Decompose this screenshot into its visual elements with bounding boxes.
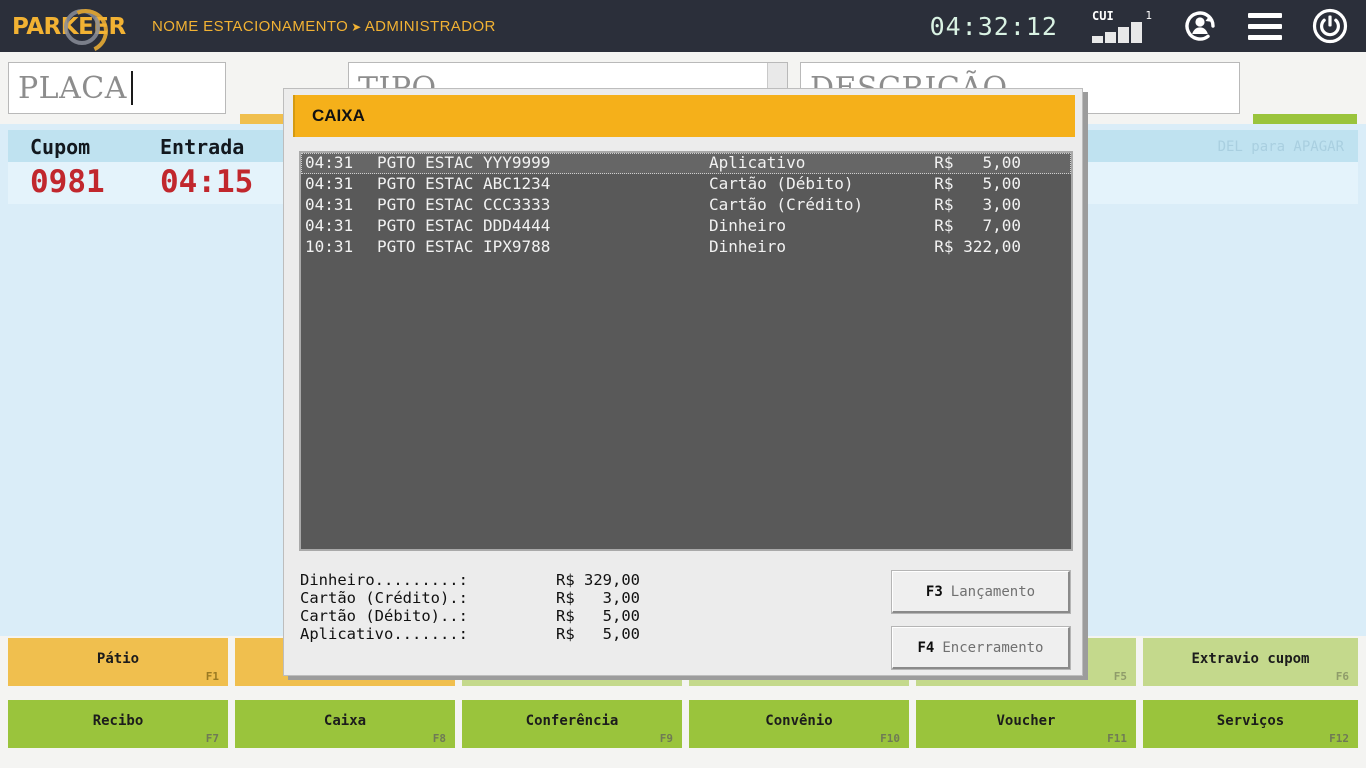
transaction-time: 04:31 xyxy=(305,174,354,193)
placa-placeholder: PLACA xyxy=(18,70,127,106)
caixa-dialog: CAIXA 04:31 PGTO ESTAC YYY9999 Aplicativo R… xyxy=(283,88,1083,676)
dialog-title-bar: CAIXA xyxy=(293,95,1075,137)
fkey-f7-recibo[interactable]: Recibo F7 xyxy=(8,700,228,748)
fkey-f11-voucher[interactable]: Voucher F11 xyxy=(916,700,1136,748)
fkey-label: Pátio xyxy=(96,651,140,667)
column-header-cupom: Cupom xyxy=(30,135,91,159)
encerramento-label: Encerramento xyxy=(942,639,1044,656)
transaction-desc: PGTO ESTAC ABC1234 xyxy=(377,174,551,193)
fkey-shortcut: F11 xyxy=(1107,732,1127,745)
user-account-icon[interactable] xyxy=(1180,6,1220,46)
breadcrumb-role: ADMINISTRADOR xyxy=(364,17,496,35)
lancamento-key: F3 xyxy=(925,583,943,600)
transaction-desc: PGTO ESTAC IPX9788 xyxy=(377,237,551,256)
transaction-amount: R$ 7,00 xyxy=(934,216,1021,235)
transaction-row[interactable]: 04:31 PGTO ESTAC YYY9999 Aplicativo R$ 5,00 xyxy=(301,153,1071,174)
fkey-shortcut: F9 xyxy=(659,732,673,745)
transaction-list[interactable]: 04:31 PGTO ESTAC YYY9999 Aplicativo R$ 5,00… xyxy=(299,151,1073,551)
breadcrumb-separator-icon: ➤ xyxy=(351,19,362,34)
header-right-cluster: 04:32:12 CUI 1 xyxy=(930,0,1366,52)
fkey-f8-caixa[interactable]: Caixa F8 xyxy=(235,700,455,748)
fkey-label: Caixa xyxy=(323,713,367,729)
total-row: Cartão (Crédito).: R$ 3,00 xyxy=(300,589,640,607)
fkey-label: Conferência xyxy=(525,713,619,729)
cell-entrada: 04:15 xyxy=(160,164,254,200)
breadcrumb-parking-name: NOME ESTACIONAMENTO xyxy=(152,17,349,35)
delete-hint-text: DEL para APAGAR xyxy=(1217,139,1344,155)
total-value: R$ 5,00 xyxy=(556,625,640,643)
cell-cupom: 0981 xyxy=(30,164,105,200)
transaction-payment: Aplicativo xyxy=(709,153,806,172)
fkey-shortcut: F10 xyxy=(880,732,900,745)
total-label: Cartão (Crédito).: xyxy=(300,589,468,607)
breadcrumb: NOME ESTACIONAMENTO ➤ ADMINISTRADOR xyxy=(152,18,496,35)
fkey-shortcut: F1 xyxy=(205,670,219,683)
encerramento-key: F4 xyxy=(917,639,935,656)
dialog-title: CAIXA xyxy=(312,106,365,125)
transaction-amount: R$ 5,00 xyxy=(934,174,1021,193)
hamburger-menu-icon[interactable] xyxy=(1248,12,1282,40)
fkey-label: Serviços xyxy=(1216,713,1285,729)
transaction-amount: R$ 5,00 xyxy=(934,153,1021,172)
lancamento-label: Lançamento xyxy=(950,583,1036,600)
transaction-time: 04:31 xyxy=(305,153,354,172)
transaction-desc: PGTO ESTAC CCC3333 xyxy=(377,195,551,214)
total-label: Cartão (Débito)..: xyxy=(300,607,468,625)
logo-ring-icon xyxy=(64,9,100,45)
transaction-row[interactable]: 04:31 PGTO ESTAC CCC3333 Cartão (Crédito) R… xyxy=(301,195,1071,216)
transaction-row[interactable]: 04:31 PGTO ESTAC DDD4444 Dinheiro R$ 7,00 xyxy=(301,216,1071,237)
transaction-amount: R$ 322,00 xyxy=(934,237,1021,256)
signal-strength-indicator[interactable]: CUI 1 xyxy=(1092,9,1154,43)
total-row: Dinheiro.........: R$ 329,00 xyxy=(300,571,640,589)
transaction-desc: PGTO ESTAC YYY9999 xyxy=(377,153,551,172)
signal-bars-icon xyxy=(1092,22,1142,43)
signal-label: CUI xyxy=(1092,9,1114,23)
fkey-f12-serviços[interactable]: Serviços F12 xyxy=(1143,700,1358,748)
text-cursor xyxy=(130,71,133,105)
clock: 04:32:12 xyxy=(929,11,1058,41)
total-value: R$ 3,00 xyxy=(556,589,640,607)
total-row: Aplicativo.......: R$ 5,00 xyxy=(300,625,640,643)
fkey-label: Recibo xyxy=(92,713,144,729)
transaction-desc: PGTO ESTAC DDD4444 xyxy=(377,216,551,235)
placa-input[interactable]: PLACA xyxy=(8,62,226,114)
top-header-bar: PARKEER NOME ESTACIONAMENTO ➤ ADMINISTRADO… xyxy=(0,0,1366,52)
encerramento-button[interactable]: F4 Encerramento xyxy=(891,626,1071,670)
transaction-time: 04:31 xyxy=(305,195,354,214)
column-header-entrada: Entrada xyxy=(160,135,245,159)
fkey-f6-extravio-cupom[interactable]: Extravio cupom F6 xyxy=(1143,638,1358,686)
power-off-icon[interactable] xyxy=(1310,6,1350,46)
transaction-payment: Cartão (Crédito) xyxy=(709,195,864,214)
fkey-label: Convênio xyxy=(765,713,833,729)
fkey-shortcut: F5 xyxy=(1113,670,1127,683)
transaction-row[interactable]: 10:31 PGTO ESTAC IPX9788 Dinheiro R$ 322,00 xyxy=(301,237,1071,258)
transaction-time: 04:31 xyxy=(305,216,354,235)
transaction-payment: Cartão (Débito) xyxy=(709,174,854,193)
parkeer-logo: PARKEER xyxy=(12,7,130,45)
fkey-f1-pátio[interactable]: Pátio F1 xyxy=(8,638,228,686)
signal-count-badge: 1 xyxy=(1145,9,1152,22)
transaction-payment: Dinheiro xyxy=(709,216,787,235)
fkey-shortcut: F8 xyxy=(432,732,446,745)
fkey-shortcut: F12 xyxy=(1329,732,1349,745)
total-row: Cartão (Débito)..: R$ 5,00 xyxy=(300,607,640,625)
lancamento-button[interactable]: F3 Lançamento xyxy=(891,570,1071,614)
transaction-time: 10:31 xyxy=(305,237,354,256)
fkey-shortcut: F6 xyxy=(1335,670,1349,683)
fkey-f9-conferência[interactable]: Conferência F9 xyxy=(462,700,682,748)
total-label: Aplicativo.......: xyxy=(300,625,468,643)
transaction-amount: R$ 3,00 xyxy=(934,195,1021,214)
fkey-shortcut: F7 xyxy=(205,732,219,745)
transaction-payment: Dinheiro xyxy=(709,237,787,256)
fkey-label: Extravio cupom xyxy=(1191,651,1310,667)
total-value: R$ 329,00 xyxy=(556,571,640,589)
fkey-label: Voucher xyxy=(996,713,1056,729)
total-label: Dinheiro.........: xyxy=(300,571,468,589)
fkey-f10-convênio[interactable]: Convênio F10 xyxy=(689,700,909,748)
transaction-row[interactable]: 04:31 PGTO ESTAC ABC1234 Cartão (Débito) R$… xyxy=(301,174,1071,195)
total-value: R$ 5,00 xyxy=(556,607,640,625)
totals-summary: Dinheiro.........: R$ 329,00 Cartão (Crédi… xyxy=(300,571,640,643)
